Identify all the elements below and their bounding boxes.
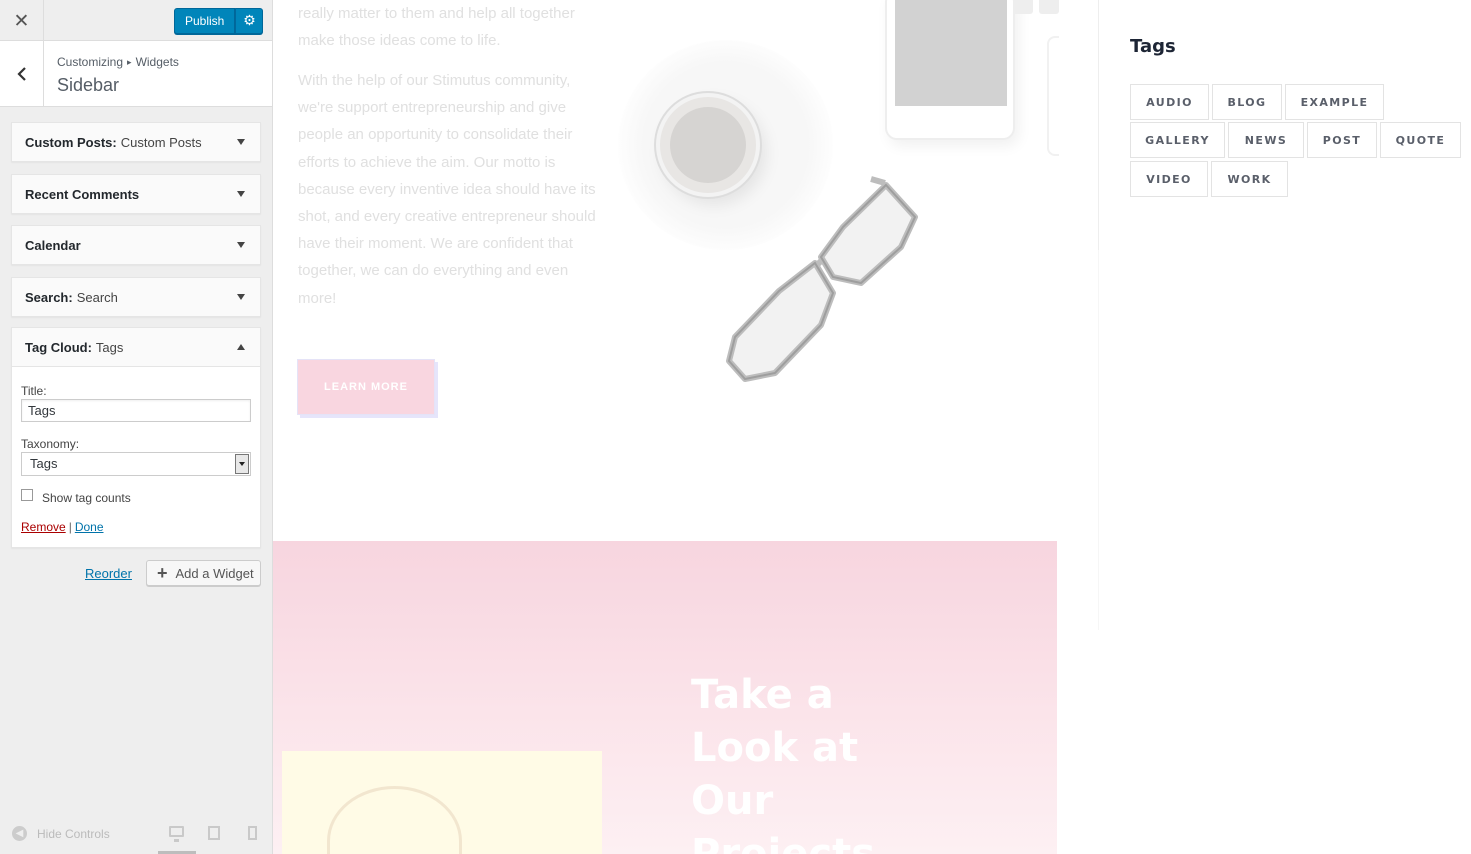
widget-tag-cloud: Tag Cloud: Tags Title: Tags Taxonomy: Tag…	[11, 327, 261, 548]
glasses-image	[726, 176, 918, 382]
breadcrumb-root: Customizing	[57, 55, 124, 69]
mobile-icon[interactable]	[248, 826, 257, 840]
customizer-header: ✕ Publish ⚙	[0, 0, 272, 41]
widget-type: Tag Cloud:	[25, 339, 92, 355]
plus-icon: +	[157, 563, 168, 583]
heading-line: Take a	[691, 672, 834, 718]
phone-screen	[895, 0, 1007, 106]
widget-recent-comments[interactable]: Recent Comments	[11, 174, 261, 214]
portrait-illustration	[327, 786, 462, 854]
tag-post[interactable]: POST	[1307, 122, 1377, 158]
tag-news[interactable]: NEWS	[1228, 122, 1304, 158]
taxonomy-label: Taxonomy:	[21, 437, 80, 451]
widget-actions: Remove | Done	[21, 520, 251, 534]
heading-line: Projects	[691, 831, 876, 854]
widget-title: Search	[76, 289, 118, 305]
tag-blog[interactable]: BLOG	[1212, 84, 1282, 120]
tag-cloud-form: Title: Tags Taxonomy: Tags Show tag coun…	[12, 384, 260, 534]
section-header: Customizing ▸ Widgets Sidebar	[0, 41, 272, 107]
widget-search[interactable]: Search: Search	[11, 277, 261, 317]
taxonomy-select[interactable]: Tags	[21, 452, 251, 476]
community-paragraph: With the help of our Stimutus community,…	[298, 72, 596, 307]
tablet-image	[1047, 36, 1059, 156]
customizer-footer: ◀ Hide Controls	[0, 814, 272, 854]
show-tag-counts-label: Show tag counts	[42, 491, 131, 505]
tag-quote[interactable]: QUOTE	[1380, 122, 1461, 158]
title-field[interactable]: Tags	[21, 399, 251, 422]
widget-header[interactable]: Calendar	[12, 226, 260, 264]
gear-icon[interactable]: ⚙	[235, 8, 264, 34]
taxonomy-value: Tags	[30, 456, 58, 471]
sidebar-divider	[1098, 0, 1099, 250]
hide-controls-button[interactable]: ◀ Hide Controls	[12, 826, 110, 841]
heading-line: Our	[691, 778, 774, 824]
projects-section: Take a Look at Our Projects	[273, 541, 1057, 854]
phone-image	[885, 0, 1015, 140]
projects-heading: Take a Look at Our Projects	[691, 669, 921, 854]
sidebar-divider	[1098, 250, 1099, 630]
widget-type: Recent Comments	[25, 186, 140, 202]
tag-example[interactable]: EXAMPLE	[1285, 84, 1384, 120]
desktop-icon[interactable]	[169, 826, 184, 842]
add-widget-button[interactable]: + Add a Widget	[146, 560, 261, 586]
tags-widget-title: Tags	[1130, 36, 1176, 57]
intro-paragraph: really matter to them and help all toget…	[298, 5, 575, 50]
project-card-image	[282, 751, 602, 854]
close-icon[interactable]: ✕	[0, 0, 44, 41]
widget-custom-posts[interactable]: Custom Posts: Custom Posts	[11, 122, 261, 162]
add-widget-label: Add a Widget	[175, 565, 254, 581]
widget-header[interactable]: Custom Posts: Custom Posts	[12, 123, 260, 161]
hide-controls-label: Hide Controls	[37, 826, 110, 841]
reorder-link[interactable]: Reorder	[85, 566, 132, 581]
section-title: Sidebar	[57, 75, 120, 95]
heading-line: Look at	[691, 725, 859, 771]
caret-up-icon[interactable]	[237, 344, 245, 350]
tag-audio[interactable]: AUDIO	[1130, 84, 1209, 120]
tag-video[interactable]: VIDEO	[1130, 161, 1208, 197]
site-preview: really matter to them and help all toget…	[273, 0, 1471, 854]
widget-type: Calendar	[25, 237, 81, 253]
tag-gallery[interactable]: GALLERY	[1130, 122, 1225, 158]
caret-down-icon[interactable]	[237, 294, 245, 300]
show-tag-counts-row: Show tag counts	[21, 489, 251, 505]
widget-title: Tags	[95, 339, 124, 355]
collapse-arrow-icon: ◀	[12, 826, 27, 841]
publish-button[interactable]: Publish	[174, 8, 236, 34]
breadcrumb-separator-icon: ▸	[127, 57, 132, 67]
widget-calendar[interactable]: Calendar	[11, 225, 261, 265]
widget-type: Custom Posts:	[25, 134, 117, 150]
customizer-panel: ✕ Publish ⚙ Customizing ▸ Widgets Sidebar …	[0, 0, 273, 854]
tag-work[interactable]: WORK	[1211, 161, 1288, 197]
remove-link[interactable]: Remove	[21, 520, 66, 534]
chevron-left-icon[interactable]	[0, 41, 44, 106]
publish-group: Publish ⚙	[174, 8, 264, 34]
learn-more-button[interactable]: LEARN MORE	[297, 359, 435, 415]
widget-title: Custom Posts	[120, 134, 202, 150]
caret-down-icon[interactable]	[237, 242, 245, 248]
caret-down-icon[interactable]	[237, 191, 245, 197]
widget-header[interactable]: Tag Cloud: Tags	[12, 328, 260, 367]
show-tag-counts-checkbox[interactable]	[21, 489, 33, 501]
title-label: Title:	[21, 384, 47, 398]
caret-down-icon[interactable]	[237, 139, 245, 145]
widget-header[interactable]: Search: Search	[12, 278, 260, 316]
widget-type: Search:	[25, 289, 73, 305]
breadcrumb-parent: Widgets	[135, 55, 179, 69]
keyboard-image	[1013, 0, 1059, 16]
tablet-icon[interactable]	[208, 826, 220, 840]
widget-header[interactable]: Recent Comments	[12, 175, 260, 213]
action-separator: |	[68, 520, 72, 534]
dropdown-arrow-icon[interactable]	[235, 454, 249, 474]
breadcrumb: Customizing ▸ Widgets	[57, 55, 179, 69]
done-link[interactable]: Done	[75, 520, 104, 534]
